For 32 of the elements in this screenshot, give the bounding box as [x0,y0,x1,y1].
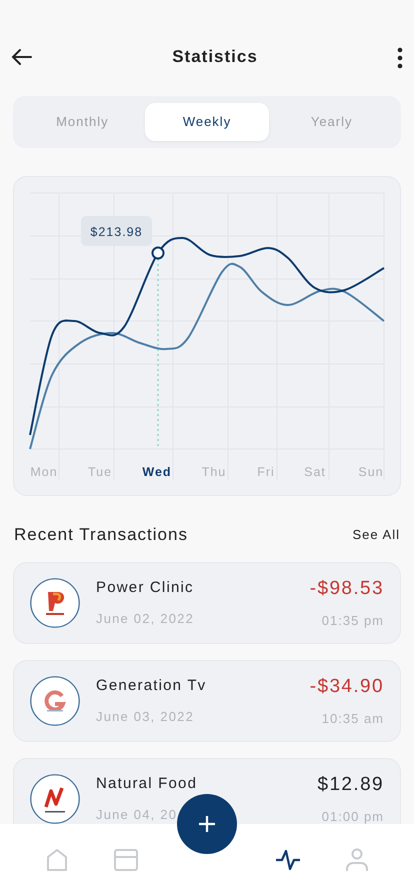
screen-title: Statistics [172,46,258,68]
day-label: Sat [304,465,326,479]
transaction-date: June 02, 2022 [96,610,196,628]
transaction-date: June 03, 2022 [96,708,196,726]
merchant-name: Natural Food [96,774,198,794]
more-icon[interactable] [396,46,404,68]
transaction-card[interactable]: Natural Food June 04, 20 $12.89 01:00 pm [13,758,401,824]
day-label: Tue [88,465,112,479]
data-point[interactable] [152,246,164,260]
merchant-name: Power Clinic [96,578,195,598]
transaction-time: 10:35 am [320,710,384,728]
transaction-time: 01:00 pm [320,808,384,824]
see-all-link[interactable]: See All [352,525,400,544]
period-tab[interactable]: Weekly [144,103,270,141]
day-label: Fri [257,465,275,479]
transaction-amount: -$98.53 [310,576,384,600]
day-label: Mon [30,465,58,479]
transaction-amount: $12.89 [317,772,384,796]
transaction-card[interactable]: Generation Tv June 03, 2022 -$34.90 10:35 am [13,660,401,742]
transaction-card[interactable]: Power Clinic June 02, 2022 -$98.53 01:35 pm [13,562,401,644]
day-label: Wed [142,465,172,479]
company-logo-icon [30,578,80,628]
plus-icon [198,815,216,833]
day-label: Sun [358,465,384,479]
transaction-amount: -$34.90 [310,674,384,698]
transaction-date: June 04, 20 [96,806,178,824]
merchant-name: Generation Tv [96,676,208,696]
transaction-time: 01:35 pm [320,612,384,630]
company-logo-icon [30,676,80,726]
section-title: Recent Transactions [14,524,188,546]
day-label: Thu [202,465,226,479]
value-tooltip: $213.98 [81,216,152,246]
